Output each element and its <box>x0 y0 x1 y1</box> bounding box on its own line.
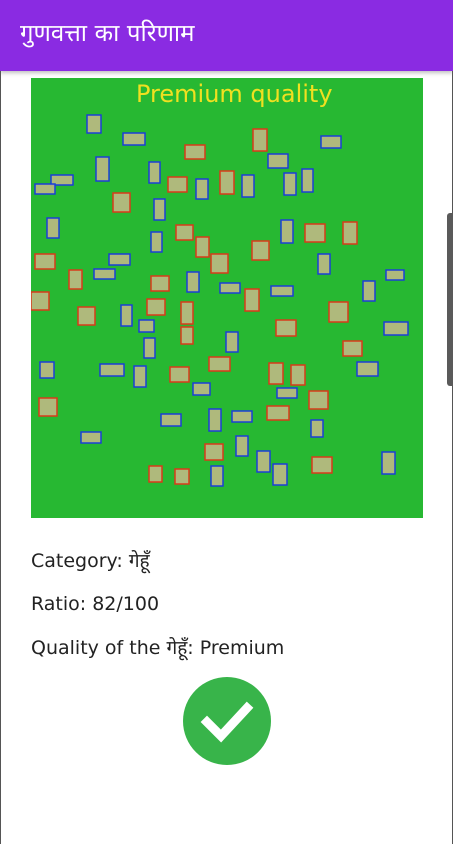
good-grain-box <box>122 132 146 146</box>
good-grain-box <box>153 198 166 221</box>
good-grain-box <box>283 172 297 196</box>
bad-grain-box <box>204 443 224 461</box>
good-grain-box <box>383 321 409 336</box>
bad-grain-box <box>180 326 194 345</box>
bad-grain-box <box>266 405 290 421</box>
good-grain-box <box>108 253 131 266</box>
bad-grain-box <box>268 362 284 385</box>
image-overlay-text: Premium quality <box>136 80 333 108</box>
bad-grain-box <box>169 366 190 383</box>
good-grain-box <box>362 280 376 302</box>
left-border <box>0 71 1 844</box>
good-grain-box <box>80 431 102 444</box>
good-grain-box <box>95 156 110 182</box>
bad-grain-box <box>342 221 358 245</box>
quality-text: Quality of the गेहूँ: Premium <box>31 637 285 659</box>
good-grain-box <box>208 408 222 432</box>
bad-grain-box <box>219 170 235 195</box>
app-bar: गुणवत्ता का परिणाम <box>0 0 453 71</box>
good-grain-box <box>120 304 133 327</box>
good-grain-box <box>267 153 289 169</box>
good-grain-box <box>160 413 182 427</box>
good-grain-box <box>231 410 253 423</box>
bad-grain-box <box>174 468 190 485</box>
bad-grain-box <box>112 192 131 213</box>
bad-grain-box <box>308 390 329 410</box>
good-grain-box <box>320 135 342 149</box>
bad-grain-box <box>180 301 194 325</box>
bad-grain-box <box>304 223 326 243</box>
good-grain-box <box>225 331 239 353</box>
good-grain-box <box>150 231 163 253</box>
bad-grain-box <box>328 301 349 323</box>
good-grain-box <box>276 387 298 399</box>
bad-grain-box <box>275 319 297 337</box>
good-grain-box <box>272 463 288 486</box>
bad-grain-box <box>68 269 83 290</box>
good-grain-box <box>270 285 294 297</box>
good-grain-box <box>280 219 294 244</box>
good-grain-box <box>143 337 156 359</box>
bad-grain-box <box>31 291 50 311</box>
good-grain-box <box>192 382 211 396</box>
bad-grain-box <box>244 288 260 312</box>
bad-grain-box <box>184 144 206 160</box>
good-grain-box <box>138 319 155 333</box>
category-text: Category: गेहूँ <box>31 550 150 572</box>
good-grain-box <box>148 161 161 184</box>
bad-grain-box <box>195 236 210 258</box>
bad-grain-box <box>251 240 270 261</box>
good-grain-box <box>39 361 55 379</box>
bad-grain-box <box>77 306 96 326</box>
app-bar-title: गुणवत्ता का परिणाम <box>20 19 195 47</box>
bad-grain-box <box>148 465 163 483</box>
success-badge <box>183 677 271 765</box>
good-grain-box <box>46 217 60 239</box>
bad-grain-box <box>311 456 333 474</box>
scrollbar[interactable] <box>447 213 453 386</box>
good-grain-box <box>219 282 241 294</box>
good-grain-box <box>86 114 102 134</box>
bad-grain-box <box>38 397 58 417</box>
bad-grain-box <box>175 224 194 241</box>
good-grain-box <box>195 178 209 200</box>
good-grain-box <box>99 363 125 377</box>
bad-grain-box <box>146 298 166 316</box>
bad-grain-box <box>252 128 268 152</box>
good-grain-box <box>34 183 56 195</box>
grain-analysis-image: Premium quality <box>31 78 423 518</box>
good-grain-box <box>301 168 314 193</box>
bad-grain-box <box>210 253 229 274</box>
good-grain-box <box>241 174 255 198</box>
good-grain-box <box>133 365 147 388</box>
good-grain-box <box>310 419 324 438</box>
good-grain-box <box>93 268 116 280</box>
good-grain-box <box>256 450 271 473</box>
bad-grain-box <box>342 340 363 357</box>
bad-grain-box <box>208 356 231 372</box>
good-grain-box <box>356 361 379 377</box>
bad-grain-box <box>34 253 56 270</box>
good-grain-box <box>381 451 396 475</box>
bad-grain-box <box>167 176 188 193</box>
good-grain-box <box>210 465 224 487</box>
check-icon <box>200 701 254 743</box>
bad-grain-box <box>290 364 306 386</box>
ratio-text: Ratio: 82/100 <box>31 593 160 615</box>
good-grain-box <box>186 271 200 293</box>
good-grain-box <box>317 253 331 275</box>
good-grain-box <box>385 269 405 281</box>
good-grain-box <box>235 435 249 457</box>
bad-grain-box <box>150 275 170 292</box>
